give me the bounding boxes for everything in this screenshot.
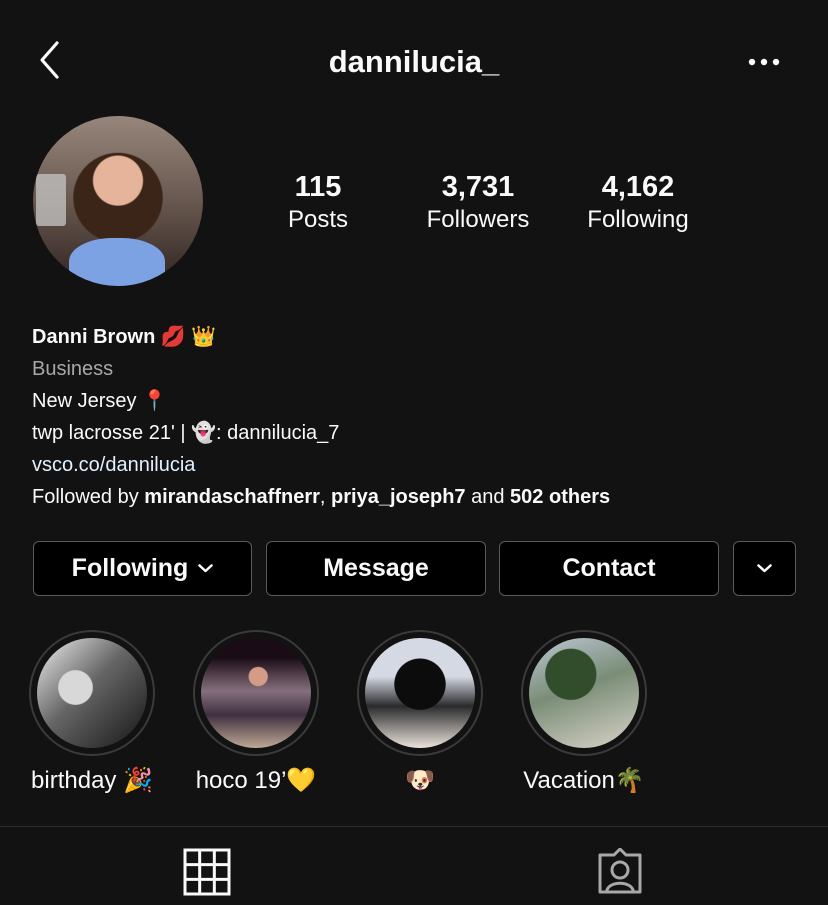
highlight-thumbnail	[365, 638, 475, 748]
followed-prefix: Followed by	[32, 486, 139, 508]
highlight-thumbnail	[529, 638, 639, 748]
contact-button-label: Contact	[562, 554, 656, 582]
message-button[interactable]: Message	[266, 541, 486, 596]
profile-bio: Danni Brown 💋 👑 Business New Jersey 📍 tw…	[32, 321, 802, 513]
mutual-follower-2[interactable]: priya_joseph7	[331, 486, 466, 508]
profile-tabs	[0, 827, 828, 905]
following-button-label: Following	[71, 554, 189, 582]
followed-and: and	[471, 486, 505, 508]
following-count: 4,162	[601, 171, 675, 203]
highlight-birthday[interactable]: birthday 🎉	[27, 630, 157, 795]
followers-stat[interactable]: 3,731 Followers	[418, 170, 538, 236]
followers-label: Followers	[426, 206, 530, 233]
grid-icon[interactable]	[183, 848, 231, 896]
posts-count: 115	[294, 171, 342, 203]
highlight-label: Vacation🌴	[523, 767, 645, 794]
highlight-ring	[193, 630, 319, 756]
highlight-ring	[357, 630, 483, 756]
highlight-dog[interactable]: 🐶	[355, 630, 485, 795]
profile-avatar[interactable]	[33, 116, 203, 286]
profile-category: Business	[32, 358, 114, 380]
highlight-label: hoco 19’💛	[195, 767, 317, 794]
following-label: Following	[587, 206, 689, 233]
posts-stat[interactable]: 115 Posts	[258, 170, 378, 236]
followed-others[interactable]: 502 others	[510, 486, 610, 508]
followed-comma: ,	[319, 486, 332, 508]
highlight-hoco[interactable]: hoco 19’💛	[191, 630, 321, 795]
profile-name: Danni Brown 💋 👑	[32, 326, 217, 348]
highlight-ring	[29, 630, 155, 756]
profile-link[interactable]: vsco.co/dannilucia	[32, 449, 802, 481]
following-stat[interactable]: 4,162 Following	[578, 170, 698, 236]
mutual-follower-1[interactable]: mirandaschaffnerr	[144, 486, 320, 508]
profile-location: New Jersey 📍	[32, 390, 167, 412]
contact-button[interactable]: Contact	[499, 541, 719, 596]
highlight-thumbnail	[37, 638, 147, 748]
highlight-ring	[521, 630, 647, 756]
highlight-label: 🐶	[405, 767, 435, 794]
followers-count: 3,731	[441, 171, 515, 203]
story-highlights: birthday 🎉 hoco 19’💛 🐶 Vacation🌴	[0, 630, 828, 810]
more-icon[interactable]	[746, 54, 782, 70]
followed-by-line[interactable]: Followed by mirandaschaffnerr, priya_jos…	[32, 481, 802, 513]
highlight-label: birthday 🎉	[31, 767, 153, 794]
highlight-vacation[interactable]: Vacation🌴	[519, 630, 649, 795]
suggested-accounts-button[interactable]	[733, 541, 796, 596]
chevron-down-icon	[757, 564, 772, 573]
chevron-down-icon	[198, 564, 214, 573]
message-button-label: Message	[323, 554, 429, 582]
posts-label: Posts	[287, 206, 349, 233]
bio-line: twp lacrosse 21' | 👻: dannilucia_7	[32, 422, 340, 444]
highlight-thumbnail	[201, 638, 311, 748]
tagged-person-icon[interactable]	[595, 848, 645, 896]
page-title: dannilucia_	[328, 44, 500, 79]
profile-header: dannilucia_	[0, 0, 828, 120]
following-button[interactable]: Following	[33, 541, 252, 596]
